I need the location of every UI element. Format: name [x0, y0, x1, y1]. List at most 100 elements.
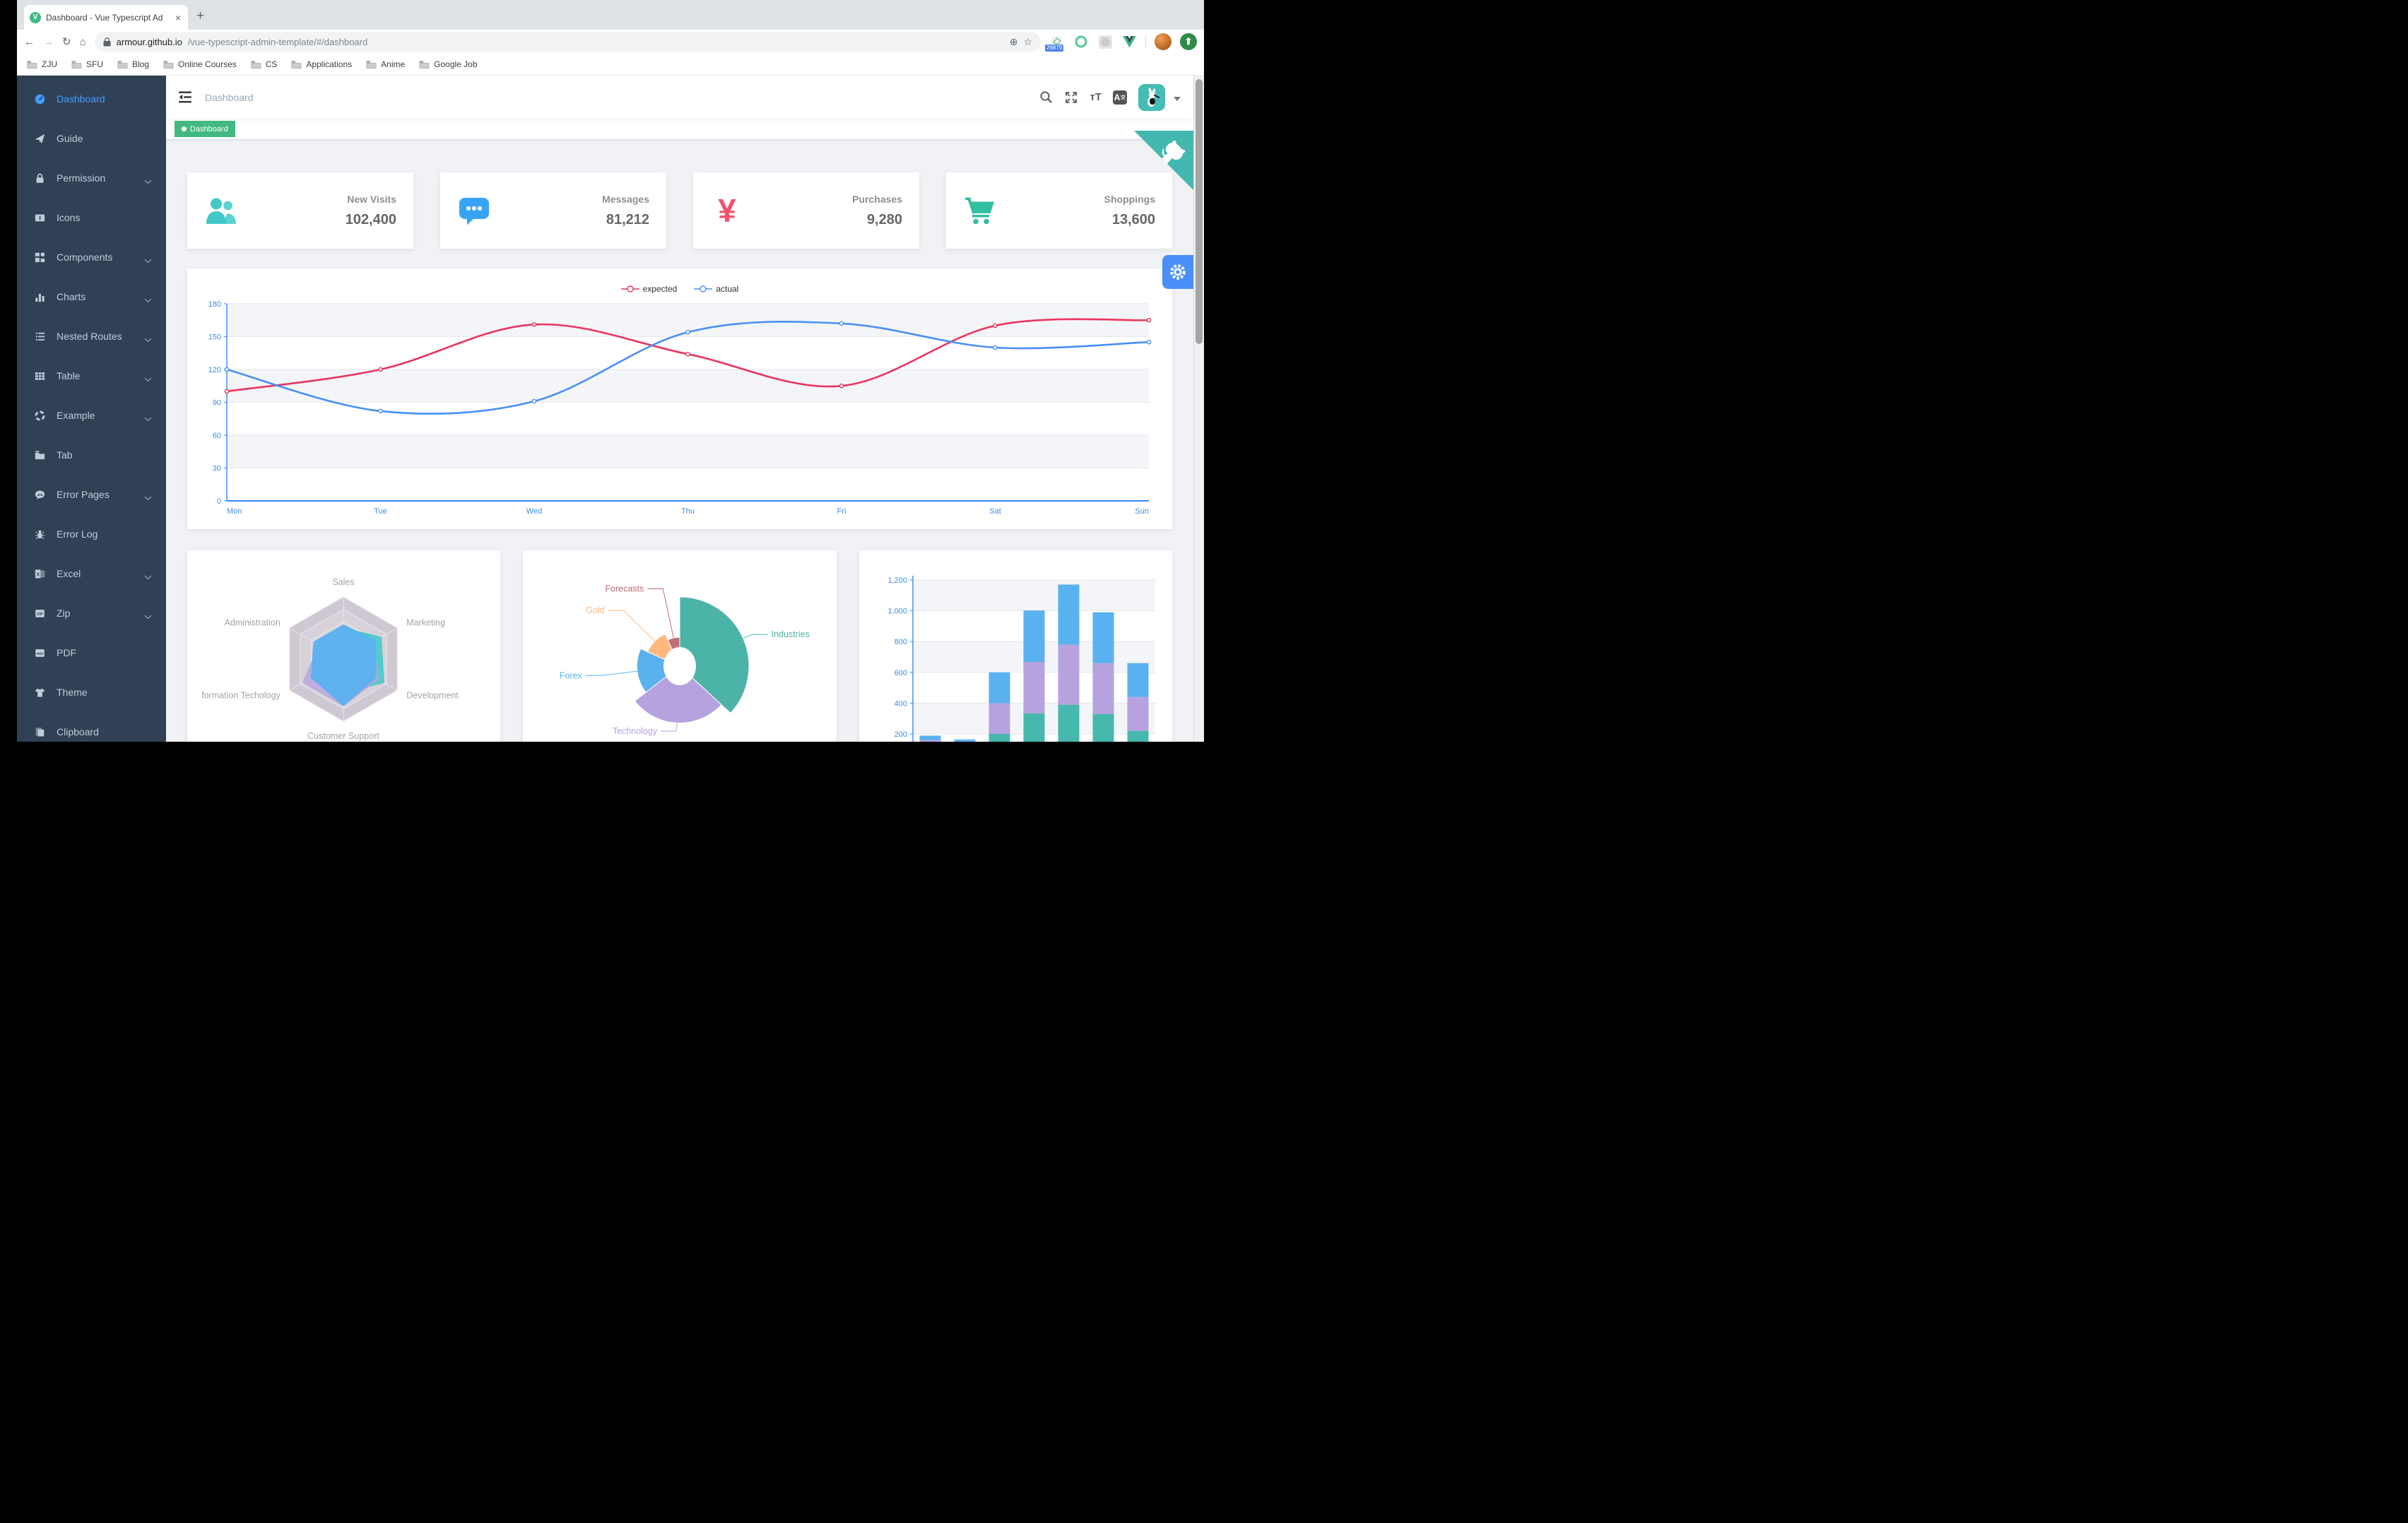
browser-tab[interactable]: V Dashboard - Vue Typescript Ad × [24, 5, 188, 30]
bookmark-zju[interactable]: ZJU [27, 59, 57, 69]
bookmark-blog[interactable]: Blog [117, 59, 149, 69]
bookmark-cs[interactable]: CS [251, 59, 277, 69]
sidebar-item-error-log[interactable]: Error Log [17, 514, 166, 554]
sidebar-item-label: Guide [57, 133, 83, 144]
bottom-charts-row: Sales Marketing Development Customer Suppor… [187, 550, 1172, 762]
back-icon[interactable]: ← [24, 36, 35, 48]
svg-text:X: X [36, 572, 40, 577]
sidebar-item-dashboard[interactable]: Dashboard [17, 79, 166, 119]
sidebar-item-guide[interactable]: Guide [17, 119, 166, 158]
sidebar-item-charts[interactable]: Charts [17, 277, 166, 316]
hamburger-toggle-icon[interactable] [179, 91, 192, 103]
guide-icon [35, 134, 45, 144]
money-icon: ¥ [718, 192, 736, 229]
sidebar-item-error-pages[interactable]: 404 Error Pages [17, 475, 166, 514]
chrome-profile-avatar[interactable] [1155, 33, 1171, 50]
stat-card-messages[interactable]: Messages 81,212 [440, 172, 666, 249]
sidebar-item-nested-routes[interactable]: Nested Routes [17, 316, 166, 356]
scrollbar-thumb[interactable] [1196, 79, 1203, 344]
chart-icon [35, 292, 45, 302]
translate-a-glyph: A [1114, 92, 1121, 102]
sidebar-item-theme[interactable]: Theme [17, 672, 166, 712]
svg-text:1,000: 1,000 [887, 608, 907, 616]
app-navbar: Dashboard тT A [166, 76, 1193, 119]
legend-item-actual[interactable]: actual [694, 284, 738, 294]
folder-icon [291, 60, 302, 69]
svg-text:Thu: Thu [681, 507, 695, 516]
bookmark-star-icon[interactable]: ☆ [1023, 36, 1032, 48]
tag-active-dot [182, 126, 187, 131]
svg-text:ZIP: ZIP [37, 612, 43, 616]
pie-chart[interactable]: Industries Technology Forex Gold Forecasts [534, 562, 825, 757]
vue-devtools-icon[interactable] [1121, 34, 1137, 49]
bar-stack-top-2 [988, 672, 1010, 704]
new-tab-button[interactable]: + [196, 8, 204, 24]
zip-icon: ZIP [35, 608, 45, 619]
reload-icon[interactable]: ↻ [62, 35, 71, 48]
stat-cards-row: New Visits 102,400 Messages 81,212 ¥ Purchase… [187, 172, 1172, 249]
extension-green-circle-icon[interactable] [1073, 34, 1089, 49]
react-devtools-icon[interactable] [1097, 34, 1113, 49]
svg-text:Tue: Tue [374, 507, 387, 516]
settings-panel-button[interactable] [1162, 255, 1193, 289]
sidebar: Dashboard Guide Permission Icons Components C… [17, 76, 166, 762]
translate-icon[interactable]: A [1113, 90, 1127, 105]
stat-card-purchases[interactable]: ¥ Purchases 9,280 [693, 172, 919, 249]
radar-chart[interactable]: Sales Marketing Development Customer Suppor… [199, 562, 489, 762]
sidebar-item-table[interactable]: Table [17, 356, 166, 396]
bookmark-anime[interactable]: Anime [366, 59, 405, 69]
bookmark-online-courses[interactable]: Online Courses [163, 59, 237, 69]
bookmark-google-job[interactable]: Google Job [419, 59, 478, 69]
sidebar-item-components[interactable]: Components [17, 237, 166, 277]
line-chart[interactable]: 0 30 60 90 120 150 180 Mon Tue Wed Thu Fri Sat Sun [199, 280, 1161, 518]
legend-item-expected[interactable]: expected [620, 284, 677, 294]
tag-dashboard[interactable]: Dashboard [175, 121, 235, 137]
sidebar-item-label: Icons [57, 212, 81, 223]
sidebar-item-permission[interactable]: Permission [17, 158, 166, 198]
lock-icon [35, 173, 45, 184]
pie-label-forex: Forex [560, 670, 583, 680]
chevron-down-icon [144, 373, 152, 384]
forward-icon[interactable]: → [43, 36, 54, 48]
radar-axis-label: Marketing [406, 618, 445, 628]
sidebar-item-example[interactable]: Example [17, 396, 166, 435]
line-chart-card: expected actual 0 30 60 90 120 150 180 Mon Tue Wed… [187, 268, 1172, 529]
page-scrollbar[interactable] [1193, 76, 1204, 762]
svg-text:Sat: Sat [989, 507, 1001, 516]
translate-cjk-glyph [1121, 94, 1126, 100]
url-bar[interactable]: armour.github.io/vue-typescript-admin-te… [94, 32, 1041, 52]
sidebar-item-excel[interactable]: X Excel [17, 554, 166, 593]
folder-icon [366, 60, 377, 69]
github-corner-link[interactable] [1134, 131, 1193, 194]
legend-label: actual [716, 284, 739, 294]
sidebar-item-tab[interactable]: Tab [17, 435, 166, 475]
radar-chart-card: Sales Marketing Development Customer Suppor… [187, 550, 501, 762]
sidebar-item-label: Charts [57, 291, 86, 302]
stat-card-new-visits[interactable]: New Visits 102,400 [187, 172, 413, 249]
sidebar-item-label: Table [57, 370, 81, 381]
svg-text:600: 600 [894, 669, 907, 677]
tab-favicon-icon: V [30, 11, 41, 23]
text-size-icon[interactable]: тT [1090, 91, 1102, 103]
sidebar-item-icons[interactable]: Icons [17, 198, 166, 237]
line-chart-legend: expected actual [187, 284, 1172, 294]
bookmark-sfu[interactable]: SFU [71, 59, 103, 69]
user-avatar[interactable] [1138, 83, 1165, 111]
search-icon[interactable] [1039, 90, 1053, 105]
fullscreen-icon[interactable] [1064, 90, 1078, 105]
stat-card-label: Messages [602, 193, 649, 205]
bookmark-label: Applications [306, 59, 353, 69]
zoom-indicator-icon[interactable]: ⊕ [1010, 36, 1018, 48]
sidebar-item-zip[interactable]: ZIP Zip [17, 593, 166, 633]
bar-chart[interactable]: 200 400 600 800 1,000 1,200 [870, 562, 1161, 762]
tab-close-icon[interactable]: × [174, 12, 182, 23]
main-area: Dashboard тT A Dashboard New Visits 102,… [166, 76, 1193, 762]
bookmark-applications[interactable]: Applications [291, 59, 352, 69]
sidebar-item-pdf[interactable]: PDF PDF [17, 633, 166, 672]
chevron-down-icon[interactable] [1174, 96, 1181, 101]
green-circle-glyph [1075, 35, 1087, 48]
extension-mail-icon[interactable]: 29879 [1045, 34, 1065, 52]
home-icon[interactable]: ⌂ [80, 36, 86, 48]
breadcrumb[interactable]: Dashboard [205, 92, 254, 103]
chrome-update-button[interactable]: ⬆ [1180, 33, 1197, 50]
